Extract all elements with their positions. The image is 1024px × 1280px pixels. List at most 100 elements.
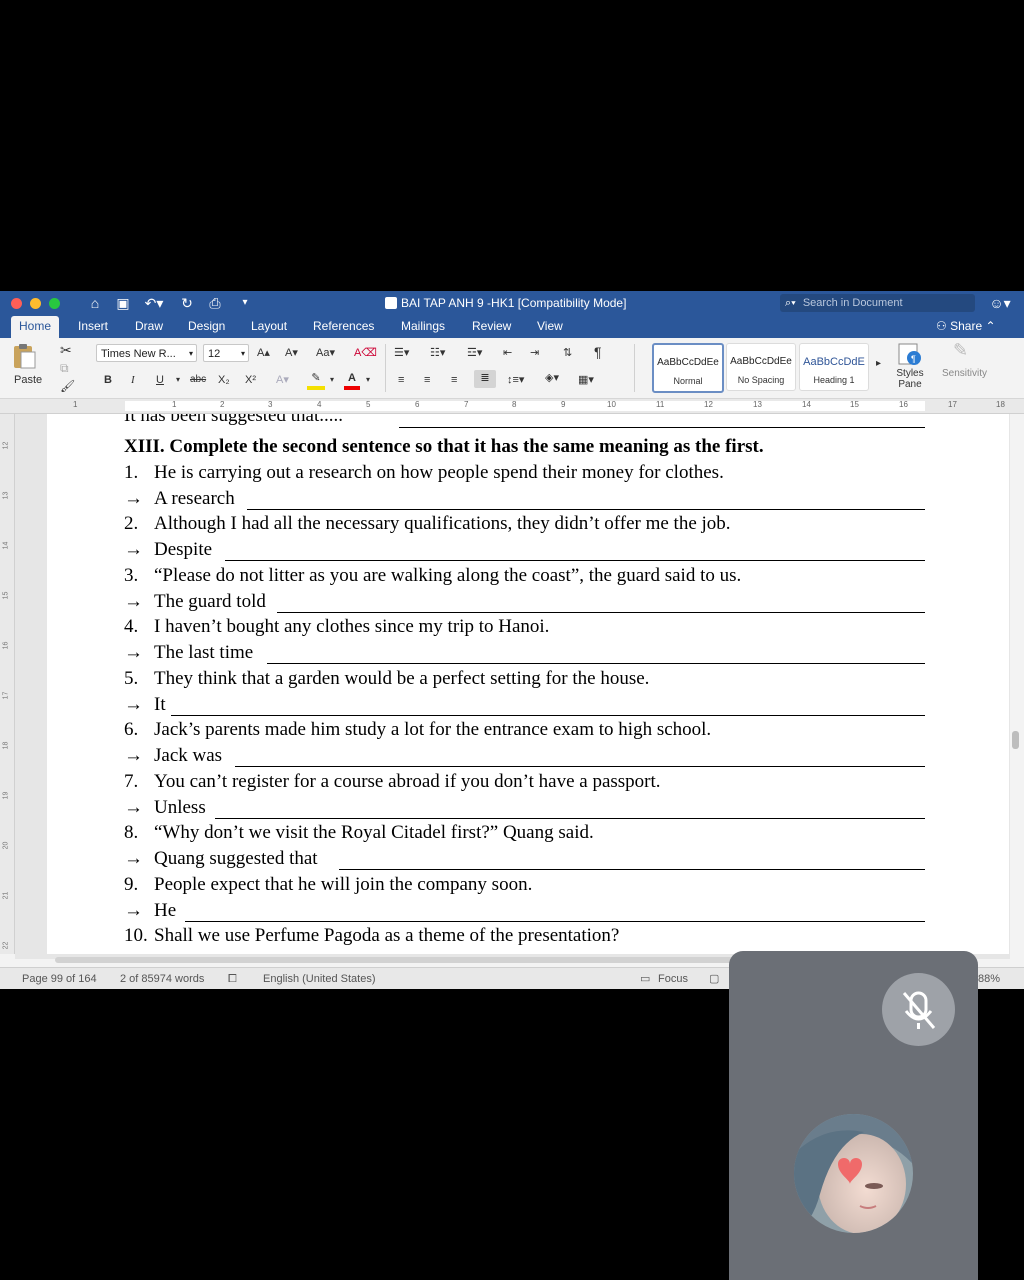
align-right-icon[interactable]: ≡ [451, 372, 457, 388]
proofing-icon[interactable]: ⧠ [228, 972, 237, 986]
font-size-value: 12 [208, 348, 221, 360]
mute-button[interactable] [882, 973, 955, 1046]
show-formatting-marks-icon[interactable]: ¶ [594, 344, 602, 360]
font-name-select[interactable]: Times New R... ▾ [96, 344, 197, 362]
font-color-icon[interactable]: A [344, 370, 360, 390]
style-no-spacing[interactable]: AaBbCcDdEe No Spacing [726, 343, 796, 391]
ruler-number: 9 [561, 400, 566, 409]
style-heading-1[interactable]: AaBbCcDdE Heading 1 [799, 343, 869, 391]
tab-view[interactable]: View [537, 316, 563, 338]
document-page[interactable]: It has been suggested that..... XIII. Co… [47, 414, 1009, 954]
clear-formatting-icon[interactable]: A⌫ [354, 345, 377, 361]
question-text: You can’t register for a course abroad i… [154, 771, 661, 792]
redo-icon[interactable]: ↻ [178, 294, 196, 312]
align-center-icon[interactable]: ≡ [424, 372, 430, 388]
answer-prompt: It [154, 694, 166, 715]
ruler-number: 17 [948, 400, 957, 409]
close-window-button[interactable] [11, 298, 22, 309]
ruler-number: 6 [415, 400, 420, 409]
focus-button[interactable]: Focus [658, 972, 688, 986]
font-size-select[interactable]: 12 ▾ [203, 344, 249, 362]
answer-line [215, 818, 925, 819]
bullets-icon[interactable]: ☰▾ [394, 345, 409, 361]
superscript-icon[interactable]: X² [245, 372, 256, 388]
minimize-window-button[interactable] [30, 298, 41, 309]
page-count[interactable]: Page 99 of 164 [22, 972, 97, 986]
text-effects-icon[interactable]: A▾ [276, 372, 289, 388]
language-indicator[interactable]: English (United States) [263, 972, 376, 986]
vertical-ruler[interactable]: 12 13 14 15 16 17 18 19 20 21 22 [0, 414, 15, 954]
numbering-icon[interactable]: ☷▾ [430, 345, 445, 361]
increase-indent-icon[interactable]: ⇥ [530, 345, 539, 361]
document-area[interactable]: It has been suggested that..... XIII. Co… [15, 414, 1010, 959]
print-icon[interactable]: ⎙ [206, 294, 224, 312]
home-icon[interactable]: ⌂ [86, 294, 104, 312]
ruler-number: 12 [2, 441, 10, 450]
decrease-indent-icon[interactable]: ⇤ [503, 345, 512, 361]
ruler-number: 1 [172, 400, 177, 409]
underline-dropdown-icon[interactable]: ▾ [176, 372, 180, 388]
borders-icon[interactable]: ▦▾ [578, 372, 594, 388]
paste-icon[interactable] [10, 342, 38, 370]
tab-insert[interactable]: Insert [78, 316, 108, 338]
styles-pane-icon[interactable]: ¶ [897, 342, 923, 368]
shading-icon[interactable]: ◈▾ [545, 370, 559, 386]
grow-font-icon[interactable]: A▴ [257, 345, 270, 361]
zoom-level[interactable]: 88% [978, 972, 1000, 986]
smiley-feedback-icon[interactable]: ☺▾ [988, 294, 1012, 312]
line-spacing-icon[interactable]: ↕≡▾ [507, 372, 524, 388]
format-painter-icon[interactable]: 🖌 [60, 378, 75, 394]
question-9: 9. People expect that he will join the co… [124, 873, 532, 897]
copy-icon[interactable]: ⧉ [60, 360, 69, 376]
change-case-icon[interactable]: Aa▾ [316, 345, 335, 361]
customize-toolbar-icon[interactable]: ▾ [238, 294, 252, 312]
clipboard-icon [14, 344, 36, 369]
print-layout-icon[interactable]: ▢ [709, 972, 719, 986]
style-normal[interactable]: AaBbCcDdEe Normal [652, 343, 724, 393]
tab-layout[interactable]: Layout [251, 316, 287, 338]
tab-design[interactable]: Design [188, 316, 225, 338]
focus-icon[interactable]: ▭ [640, 972, 650, 986]
question-6: 6. Jack’s parents made him study a lot fo… [124, 718, 711, 742]
search-in-document[interactable]: ⌕▾ Search in Document [780, 294, 975, 312]
question-text: Shall we use Perfume Pagoda as a theme o… [154, 925, 620, 946]
answer-line [235, 766, 925, 767]
highlight-dropdown-icon[interactable]: ▾ [330, 372, 334, 388]
tab-draw[interactable]: Draw [135, 316, 163, 338]
align-left-icon[interactable]: ≡ [398, 372, 404, 388]
subscript-icon[interactable]: X₂ [218, 372, 230, 388]
underline-icon[interactable]: U [156, 372, 164, 388]
undo-icon[interactable]: ↶▾ [142, 294, 166, 312]
save-icon[interactable]: ▣ [114, 294, 132, 312]
tab-mailings[interactable]: Mailings [401, 316, 445, 338]
document-title: BAI TAP ANH 9 -HK1 [Compatibility Mode] [385, 295, 626, 311]
participant-avatar[interactable] [794, 1114, 913, 1233]
font-color-dropdown-icon[interactable]: ▾ [366, 372, 370, 388]
style-name: Normal [673, 376, 703, 386]
arrow-icon: → [124, 694, 143, 715]
bold-icon[interactable]: B [104, 372, 112, 388]
sort-icon[interactable]: ⇅ [563, 345, 572, 361]
justify-icon[interactable]: ≣ [474, 370, 496, 388]
question-number: 6. [124, 719, 139, 740]
question-number: 1. [124, 462, 139, 483]
styles-gallery-next-icon[interactable]: ▸ [876, 356, 881, 372]
share-button[interactable]: ⚇ Share ⌃ [936, 316, 996, 338]
italic-icon[interactable]: I [131, 372, 135, 388]
horizontal-ruler[interactable]: 1 1 2 3 4 5 6 7 8 9 10 11 12 13 14 15 16… [0, 399, 1024, 414]
zoom-window-button[interactable] [49, 298, 60, 309]
tab-references[interactable]: References [313, 316, 374, 338]
avatar-image [794, 1114, 913, 1233]
vertical-scrollbar[interactable] [1012, 731, 1019, 749]
highlight-icon[interactable]: ✎ [307, 370, 325, 390]
tab-review[interactable]: Review [472, 316, 511, 338]
strikethrough-icon[interactable]: abc [190, 372, 206, 388]
cut-icon[interactable]: ✂ [60, 342, 72, 358]
shrink-font-icon[interactable]: A▾ [285, 345, 298, 361]
word-window: ⌂ ▣ ↶▾ ↻ ⎙ ▾ BAI TAP ANH 9 -HK1 [Compati… [0, 291, 1024, 989]
sensitivity-icon[interactable]: ✎ [953, 341, 968, 359]
multilevel-list-icon[interactable]: ☲▾ [467, 345, 482, 361]
style-preview: AaBbCcDdEe [657, 357, 719, 368]
word-count[interactable]: 2 of 85974 words [120, 972, 204, 986]
tab-home[interactable]: Home [11, 316, 60, 338]
